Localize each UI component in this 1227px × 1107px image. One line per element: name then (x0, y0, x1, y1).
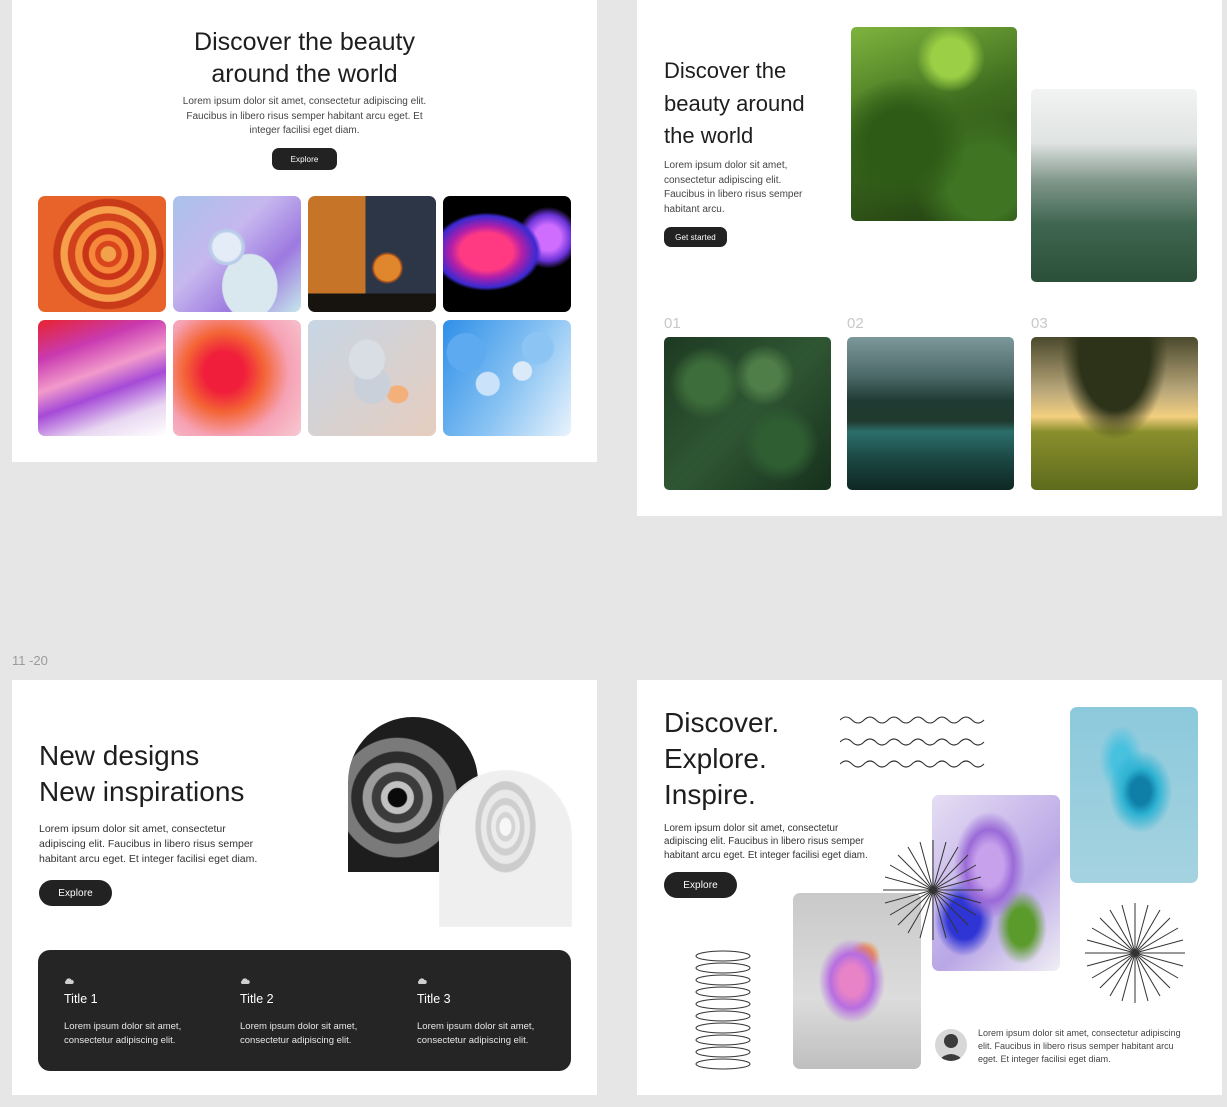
card-text-1: Lorem ipsum dolor sit amet, consectetur … (64, 1021, 182, 1046)
stacked-discs-image (308, 320, 436, 436)
avatar (935, 1029, 967, 1061)
card-title-1: Title 1 (64, 992, 98, 1006)
number-03: 03 (1031, 315, 1048, 332)
card-title-2: Title 2 (240, 992, 274, 1006)
lake-image (847, 337, 1014, 490)
pastel-sphere-image (173, 196, 301, 312)
coil-spring-decoration (695, 950, 751, 1070)
slide-2-title: Discover the beauty around the world (664, 58, 805, 148)
slide-1[interactable]: Discover the beauty around the world Lor… (12, 0, 597, 462)
cloud-icon (417, 978, 427, 984)
slide-3-title-line-2: New inspirations (39, 776, 245, 807)
section-label: 11 -20 (12, 653, 48, 668)
testimonial-text: Lorem ipsum dolor sit amet, consectetur … (978, 1028, 1181, 1064)
slide-3[interactable]: New designs New inspirations Lorem ipsum… (12, 680, 597, 1095)
slide-4-title-line-2: Explore. (664, 743, 767, 774)
orange-swirl-image (38, 196, 166, 312)
cloud-icon (64, 978, 74, 984)
explore-button[interactable]: Explore (39, 880, 112, 906)
number-01: 01 (664, 315, 681, 332)
starburst-decoration (1085, 903, 1185, 1003)
neon-blob-image (443, 196, 571, 312)
slide-2-body: Lorem ipsum dolor sit amet, consectetur … (664, 160, 803, 215)
slide-3-body: Lorem ipsum dolor sit amet, consectetur … (39, 823, 258, 865)
slide-4-title-line-1: Discover. (664, 707, 780, 738)
slide-4-body: Lorem ipsum dolor sit amet, consectetur … (664, 823, 868, 861)
slide-4-title-line-3: Inspire. (664, 779, 756, 810)
slide-1-body: Lorem ipsum dolor sit amet, consectetur … (182, 96, 427, 136)
features-card: Title 1 Lorem ipsum dolor sit amet, cons… (38, 950, 571, 1071)
aerial-forest-image (664, 337, 831, 490)
starburst-decoration (883, 840, 983, 940)
card-text-2: Lorem ipsum dolor sit amet, consectetur … (240, 1021, 358, 1046)
blue-bubbles-image (443, 320, 571, 436)
number-02: 02 (847, 315, 864, 332)
slide-4[interactable]: Discover. Explore. Inspire. Lorem ipsum … (637, 680, 1222, 1095)
misty-forest-image (1031, 89, 1197, 282)
leaves-bokeh-image (851, 27, 1017, 221)
explore-button[interactable]: Explore (272, 148, 337, 170)
wave-lines-decoration (840, 716, 985, 768)
pink-gradient-image (38, 320, 166, 436)
slide-1-title: Discover the beauty around the world (194, 28, 415, 88)
card-text-3: Lorem ipsum dolor sit amet, consectetur … (417, 1021, 535, 1046)
get-started-button[interactable]: Get started (664, 227, 727, 247)
slide-2[interactable]: Discover the beauty around the world Lor… (637, 0, 1222, 516)
meadow-sunset-image (1031, 337, 1198, 490)
person-icon (938, 1034, 964, 1061)
slide-3-title-line-1: New designs (39, 740, 200, 771)
cloud-icon (240, 978, 250, 984)
arched-hallway-image (440, 771, 571, 926)
explore-button[interactable]: Explore (664, 872, 737, 898)
red-gradient-image (173, 320, 301, 436)
card-title-3: Title 3 (417, 992, 451, 1006)
blue-glass-sculpture-image (1070, 707, 1198, 883)
wire-basket-image (308, 196, 436, 312)
